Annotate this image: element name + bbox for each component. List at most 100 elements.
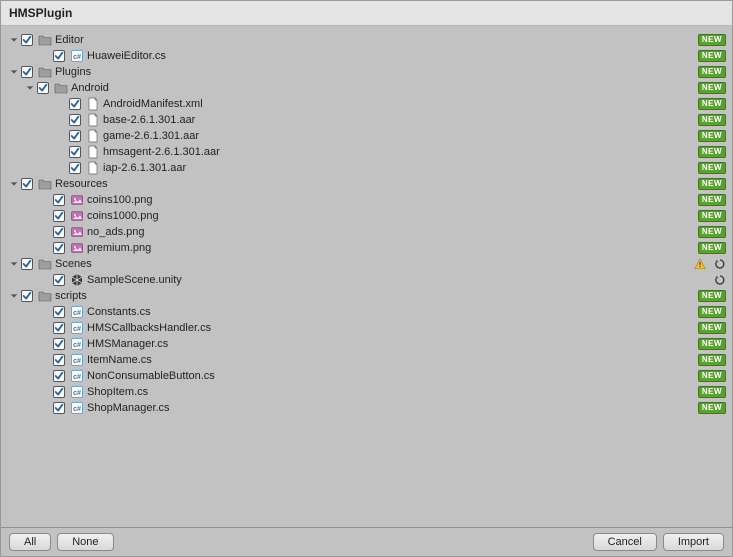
expand-arrow-icon[interactable]	[9, 35, 19, 45]
include-checkbox[interactable]	[53, 226, 65, 238]
new-badge: NEW	[698, 146, 726, 158]
tree-item-label: coins100.png	[87, 194, 152, 206]
tree-row[interactable]: hmsagent-2.6.1.301.aarNEW	[1, 144, 732, 160]
file-icon	[86, 161, 100, 175]
include-checkbox[interactable]	[53, 338, 65, 350]
folder-icon	[38, 289, 52, 303]
include-checkbox[interactable]	[37, 82, 49, 94]
tree-row[interactable]: no_ads.pngNEW	[1, 224, 732, 240]
tree-row[interactable]: PluginsNEW	[1, 64, 732, 80]
tree-row[interactable]: Android NEW	[1, 80, 732, 96]
include-checkbox[interactable]	[69, 162, 81, 174]
tree-row[interactable]: Scenes	[1, 256, 732, 272]
new-badge: NEW	[698, 290, 726, 302]
expand-arrow-icon[interactable]	[9, 291, 19, 301]
import-button[interactable]: Import	[663, 533, 724, 551]
include-checkbox[interactable]	[21, 34, 33, 46]
new-badge: NEW	[698, 66, 726, 78]
tree-item-label: Editor	[55, 34, 84, 46]
tree-row[interactable]: c#HMSCallbacksHandler.csNEW	[1, 320, 732, 336]
include-checkbox[interactable]	[53, 242, 65, 254]
tree-row[interactable]: c#ShopItem.csNEW	[1, 384, 732, 400]
include-checkbox[interactable]	[53, 402, 65, 414]
include-checkbox[interactable]	[53, 210, 65, 222]
tree-row[interactable]: ResourcesNEW	[1, 176, 732, 192]
include-checkbox[interactable]	[53, 194, 65, 206]
include-checkbox[interactable]	[69, 146, 81, 158]
file-icon	[86, 113, 100, 127]
svg-text:c#: c#	[73, 342, 81, 349]
tree-row[interactable]: c#HuaweiEditor.csNEW	[1, 48, 732, 64]
include-checkbox[interactable]	[21, 178, 33, 190]
expand-arrow-icon[interactable]	[25, 83, 35, 93]
tree-row[interactable]: Editor NEW	[1, 32, 732, 48]
tree-item-label: Android	[71, 82, 109, 94]
cancel-button[interactable]: Cancel	[593, 533, 657, 551]
tree-item-label: base-2.6.1.301.aar	[103, 114, 195, 126]
window-title-bar: HMSPlugin	[1, 1, 732, 26]
include-checkbox[interactable]	[53, 306, 65, 318]
tree-item-label: HMSCallbacksHandler.cs	[87, 322, 211, 334]
tree-row[interactable]: scriptsNEW	[1, 288, 732, 304]
svg-text:c#: c#	[73, 326, 81, 333]
new-badge: NEW	[698, 402, 726, 414]
new-badge: NEW	[698, 34, 726, 46]
window-title: HMSPlugin	[9, 6, 72, 20]
tree-item-label: iap-2.6.1.301.aar	[103, 162, 186, 174]
csharp-icon: c#	[70, 321, 84, 335]
new-badge: NEW	[698, 354, 726, 366]
svg-text:c#: c#	[73, 310, 81, 317]
include-checkbox[interactable]	[21, 290, 33, 302]
include-checkbox[interactable]	[53, 322, 65, 334]
tree-row[interactable]: game-2.6.1.301.aarNEW	[1, 128, 732, 144]
tree-row[interactable]: premium.pngNEW	[1, 240, 732, 256]
include-checkbox[interactable]	[21, 258, 33, 270]
new-badge: NEW	[698, 338, 726, 350]
expand-arrow-icon[interactable]	[9, 259, 19, 269]
new-badge: NEW	[698, 162, 726, 174]
include-checkbox[interactable]	[69, 114, 81, 126]
tree-item-label: HuaweiEditor.cs	[87, 50, 166, 62]
folder-icon	[38, 177, 52, 191]
include-checkbox[interactable]	[53, 50, 65, 62]
tree-row[interactable]: iap-2.6.1.301.aar NEW	[1, 160, 732, 176]
include-checkbox[interactable]	[69, 130, 81, 142]
tree-row[interactable]: base-2.6.1.301.aar NEW	[1, 112, 732, 128]
warning-icon	[694, 258, 706, 270]
include-checkbox[interactable]	[53, 370, 65, 382]
tree-item-label: no_ads.png	[87, 226, 145, 238]
expand-arrow-icon[interactable]	[9, 179, 19, 189]
all-button[interactable]: All	[9, 533, 51, 551]
file-icon	[86, 129, 100, 143]
include-checkbox[interactable]	[53, 274, 65, 286]
tree-item-label: game-2.6.1.301.aar	[103, 130, 199, 142]
tree-row[interactable]: c#HMSManager.csNEW	[1, 336, 732, 352]
include-checkbox[interactable]	[53, 386, 65, 398]
svg-text:c#: c#	[73, 374, 81, 381]
include-checkbox[interactable]	[21, 66, 33, 78]
tree-row[interactable]: AndroidManifest.xmlNEW	[1, 96, 732, 112]
file-icon	[86, 145, 100, 159]
csharp-icon: c#	[70, 353, 84, 367]
folder-icon	[38, 65, 52, 79]
tree-row[interactable]: coins100.pngNEW	[1, 192, 732, 208]
tree-row[interactable]: c#NonConsumableButton.csNEW	[1, 368, 732, 384]
tree-row[interactable]: c#ShopManager.csNEW	[1, 400, 732, 416]
refresh-icon[interactable]	[714, 274, 726, 286]
new-badge: NEW	[698, 82, 726, 94]
none-button[interactable]: None	[57, 533, 113, 551]
expand-arrow-icon[interactable]	[9, 67, 19, 77]
tree-row[interactable]: SampleScene.unity	[1, 272, 732, 288]
image-icon	[70, 209, 84, 223]
tree-row[interactable]: c#ItemName.csNEW	[1, 352, 732, 368]
include-checkbox[interactable]	[69, 98, 81, 110]
tree-row[interactable]: coins1000.pngNEW	[1, 208, 732, 224]
new-badge: NEW	[698, 178, 726, 190]
file-icon	[86, 97, 100, 111]
new-badge: NEW	[698, 114, 726, 126]
tree-item-label: ShopManager.cs	[87, 402, 170, 414]
tree-row[interactable]: c#Constants.csNEW	[1, 304, 732, 320]
include-checkbox[interactable]	[53, 354, 65, 366]
refresh-icon[interactable]	[714, 258, 726, 270]
tree-item-label: AndroidManifest.xml	[103, 98, 203, 110]
